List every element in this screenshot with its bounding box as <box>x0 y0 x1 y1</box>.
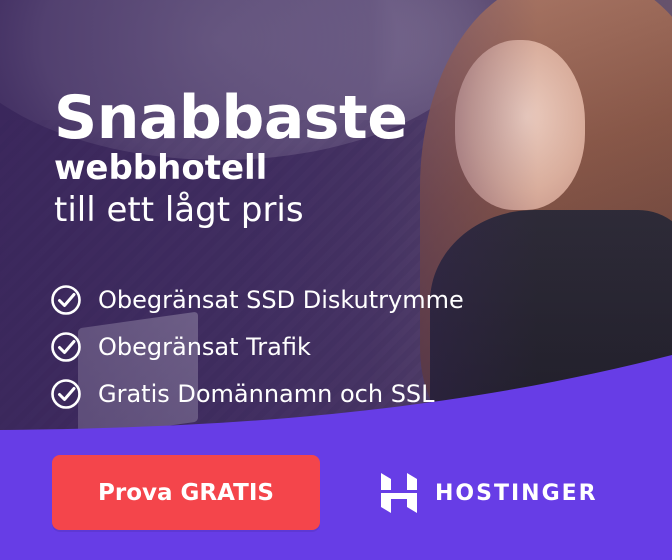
hostinger-ad-banner[interactable]: Snabbaste webbhotell till ett lågt pris … <box>0 0 672 560</box>
feature-item: Obegränsat Trafik <box>50 323 464 370</box>
feature-label: Obegränsat Trafik <box>98 332 311 361</box>
feature-list: Obegränsat SSD Diskutrymme Obegränsat Tr… <box>50 276 464 417</box>
brand-name: HOSTINGER <box>435 480 598 506</box>
headline: Snabbaste webbhotell till ett lågt pris <box>54 83 408 232</box>
headline-title: Snabbaste <box>54 83 408 153</box>
feature-label: Gratis Domännamn och SSL <box>98 379 435 408</box>
check-circle-icon <box>51 378 81 409</box>
check-circle-icon <box>51 284 81 315</box>
try-free-button[interactable]: Prova GRATIS <box>52 455 320 530</box>
hostinger-logo-icon <box>381 473 417 513</box>
feature-item: Gratis Domännamn och SSL <box>50 370 464 417</box>
feature-item: Obegränsat SSD Diskutrymme <box>50 276 464 323</box>
hostinger-brand[interactable]: HOSTINGER <box>377 471 598 515</box>
feature-label: Obegränsat SSD Diskutrymme <box>98 285 464 314</box>
check-circle-icon <box>51 331 81 362</box>
headline-subtitle: webbhotell <box>54 148 268 188</box>
headline-tagline: till ett lågt pris <box>54 190 304 230</box>
